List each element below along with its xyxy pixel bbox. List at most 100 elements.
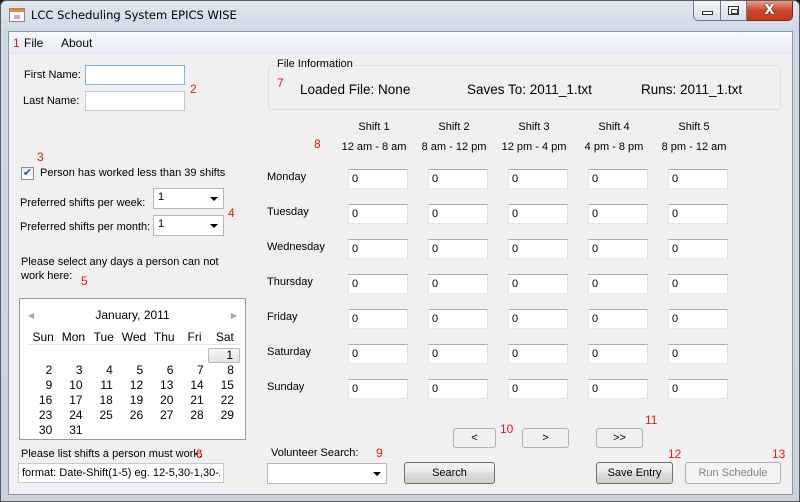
shift-count-input[interactable] bbox=[348, 344, 408, 364]
calendar-day[interactable]: 30 bbox=[28, 423, 58, 438]
day-label-tuesday: Tuesday bbox=[267, 206, 309, 218]
calendar-next-icon[interactable]: ▶ bbox=[231, 311, 237, 320]
calendar-day[interactable]: 25 bbox=[89, 408, 119, 423]
shift-count-input[interactable] bbox=[348, 274, 408, 294]
shift-count-input[interactable] bbox=[668, 169, 728, 189]
shift-count-input[interactable] bbox=[588, 309, 648, 329]
calendar-day[interactable]: 12 bbox=[119, 378, 149, 393]
shift-count-input[interactable] bbox=[508, 204, 568, 224]
calendar-day[interactable]: 17 bbox=[58, 393, 88, 408]
calendar-day[interactable]: 28 bbox=[179, 408, 209, 423]
first-name-input[interactable] bbox=[85, 65, 185, 85]
calendar-day[interactable]: 14 bbox=[179, 378, 209, 393]
close-icon: X bbox=[764, 3, 775, 18]
shift-count-input[interactable] bbox=[508, 344, 568, 364]
shift-count-input[interactable] bbox=[428, 274, 488, 294]
last-name-input[interactable] bbox=[85, 91, 185, 111]
shift-count-input[interactable] bbox=[428, 239, 488, 259]
calendar-day[interactable]: 7 bbox=[179, 363, 209, 378]
calendar-day[interactable]: 10 bbox=[58, 378, 88, 393]
shift-count-input[interactable] bbox=[508, 169, 568, 189]
calendar-day[interactable]: 3 bbox=[58, 363, 88, 378]
shift-count-input[interactable] bbox=[348, 379, 408, 399]
marker-8: 8 bbox=[314, 137, 321, 151]
calendar-day[interactable]: 21 bbox=[179, 393, 209, 408]
close-button[interactable]: X bbox=[747, 1, 793, 21]
shift-count-input[interactable] bbox=[668, 239, 728, 259]
calendar-day[interactable]: 11 bbox=[89, 378, 119, 393]
calendar-day[interactable]: 8 bbox=[210, 363, 240, 378]
shift-count-input[interactable] bbox=[668, 309, 728, 329]
calendar-day[interactable]: 13 bbox=[149, 378, 179, 393]
last-button[interactable]: >> bbox=[596, 428, 643, 448]
run-schedule-button[interactable]: Run Schedule bbox=[685, 462, 781, 484]
shift-count-input[interactable] bbox=[428, 379, 488, 399]
shift-count-input[interactable] bbox=[348, 169, 408, 189]
shift-count-input[interactable] bbox=[588, 204, 648, 224]
shift-count-input[interactable] bbox=[508, 309, 568, 329]
shift-count-input[interactable] bbox=[668, 379, 728, 399]
minimize-button[interactable] bbox=[693, 1, 721, 21]
pref-week-select[interactable]: 1 bbox=[153, 188, 224, 209]
calendar-day[interactable]: 31 bbox=[58, 423, 88, 438]
next-button[interactable]: > bbox=[522, 428, 569, 448]
save-entry-button[interactable]: Save Entry bbox=[596, 462, 673, 484]
shift-count-input[interactable] bbox=[668, 274, 728, 294]
shift-count-input[interactable] bbox=[508, 274, 568, 294]
calendar-day[interactable]: 15 bbox=[210, 378, 240, 393]
window-title: LCC Scheduling System EPICS WISE bbox=[31, 8, 237, 22]
calendar-day[interactable]: 6 bbox=[149, 363, 179, 378]
shift-count-input[interactable] bbox=[508, 379, 568, 399]
calendar-day[interactable]: 2 bbox=[28, 363, 58, 378]
calendar-day[interactable]: 4 bbox=[89, 363, 119, 378]
maximize-button[interactable] bbox=[721, 1, 747, 21]
calendar-day[interactable]: 5 bbox=[119, 363, 149, 378]
shift-count-input[interactable] bbox=[348, 309, 408, 329]
calendar-day[interactable]: 23 bbox=[28, 408, 58, 423]
title-bar[interactable]: LCC Scheduling System EPICS WISE X bbox=[1, 1, 799, 31]
calendar-empty-cell bbox=[58, 348, 88, 363]
calendar-day[interactable]: 16 bbox=[28, 393, 58, 408]
must-work-input[interactable] bbox=[18, 463, 224, 483]
shift-count-input[interactable] bbox=[588, 344, 648, 364]
calendar-day[interactable]: 19 bbox=[119, 393, 149, 408]
calendar-day[interactable]: 29 bbox=[210, 408, 240, 423]
search-button[interactable]: Search bbox=[404, 462, 495, 484]
calendar-day[interactable]: 9 bbox=[28, 378, 58, 393]
calendar-title[interactable]: January, 2011 bbox=[20, 308, 245, 322]
calendar-empty-cell bbox=[210, 423, 240, 438]
marker-9: 9 bbox=[376, 446, 383, 460]
calendar-day[interactable]: 26 bbox=[119, 408, 149, 423]
shift-count-input[interactable] bbox=[428, 169, 488, 189]
calendar-day[interactable]: 18 bbox=[89, 393, 119, 408]
month-calendar[interactable]: ◀ January, 2011 ▶ Sun Mon Tue Wed Thu Fri Sat … bbox=[19, 298, 246, 440]
calendar-days: 1 2 3 4 5 6 7 8 9 10 11 12 13 14 15 16 17 18 19 20 21 22 23 24 2… bbox=[28, 348, 240, 438]
shift-count-input[interactable] bbox=[588, 274, 648, 294]
shift-count-input[interactable] bbox=[588, 239, 648, 259]
calendar-empty-cell bbox=[179, 423, 209, 438]
shift-count-input[interactable] bbox=[668, 344, 728, 364]
shift-count-input[interactable] bbox=[348, 239, 408, 259]
calendar-day[interactable]: 24 bbox=[58, 408, 88, 423]
runs-text: Runs: 2011_1.txt bbox=[641, 82, 743, 97]
worked-less-checkbox[interactable]: ✔ bbox=[21, 167, 34, 180]
shift-count-input[interactable] bbox=[428, 309, 488, 329]
calendar-day[interactable]: 22 bbox=[210, 393, 240, 408]
shift-header-time: 8 am - 12 pm bbox=[421, 141, 487, 153]
pref-month-select[interactable]: 1 bbox=[153, 215, 224, 236]
menu-file[interactable]: File bbox=[24, 36, 43, 50]
shift-count-input[interactable] bbox=[508, 239, 568, 259]
shift-count-input[interactable] bbox=[668, 204, 728, 224]
shift-count-input[interactable] bbox=[348, 204, 408, 224]
shift-count-input[interactable] bbox=[588, 379, 648, 399]
calendar-day[interactable]: 20 bbox=[149, 393, 179, 408]
prev-button[interactable]: < bbox=[453, 428, 496, 448]
shift-count-input[interactable] bbox=[588, 169, 648, 189]
shift-count-input[interactable] bbox=[428, 204, 488, 224]
menu-about[interactable]: About bbox=[61, 36, 92, 50]
volunteer-search-select[interactable] bbox=[267, 463, 387, 484]
shift-header-name: Shift 1 bbox=[358, 121, 390, 133]
calendar-day[interactable]: 1 bbox=[208, 348, 240, 363]
shift-count-input[interactable] bbox=[428, 344, 488, 364]
calendar-day[interactable]: 27 bbox=[149, 408, 179, 423]
